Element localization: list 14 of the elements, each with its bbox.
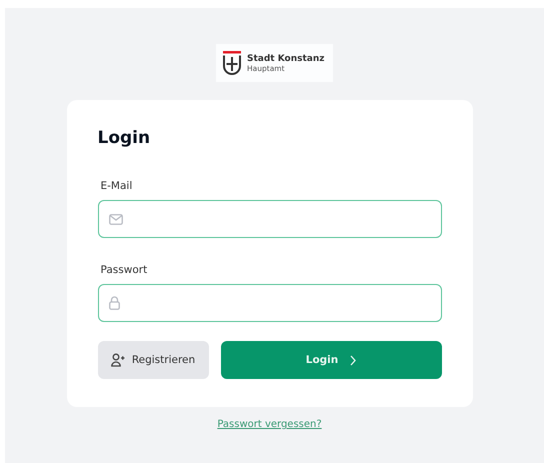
lock-icon [108, 296, 120, 310]
logo-title: Stadt Konstanz [247, 54, 325, 64]
field-label: E-Mail [100, 180, 134, 192]
forgot-password-link[interactable]: Passwort vergessen? [217, 419, 322, 430]
email-field[interactable] [98, 200, 442, 238]
field-label: Passwort [100, 264, 148, 276]
login-button[interactable]: Login [220, 341, 442, 379]
mail-icon [108, 214, 122, 224]
password-field[interactable] [98, 284, 442, 322]
card-title: Login [98, 128, 152, 150]
register-button[interactable]: Registrieren [98, 341, 208, 379]
chevron-right-icon [350, 354, 356, 366]
coat-of-arms-icon [222, 51, 242, 75]
add-user-icon [110, 353, 125, 367]
